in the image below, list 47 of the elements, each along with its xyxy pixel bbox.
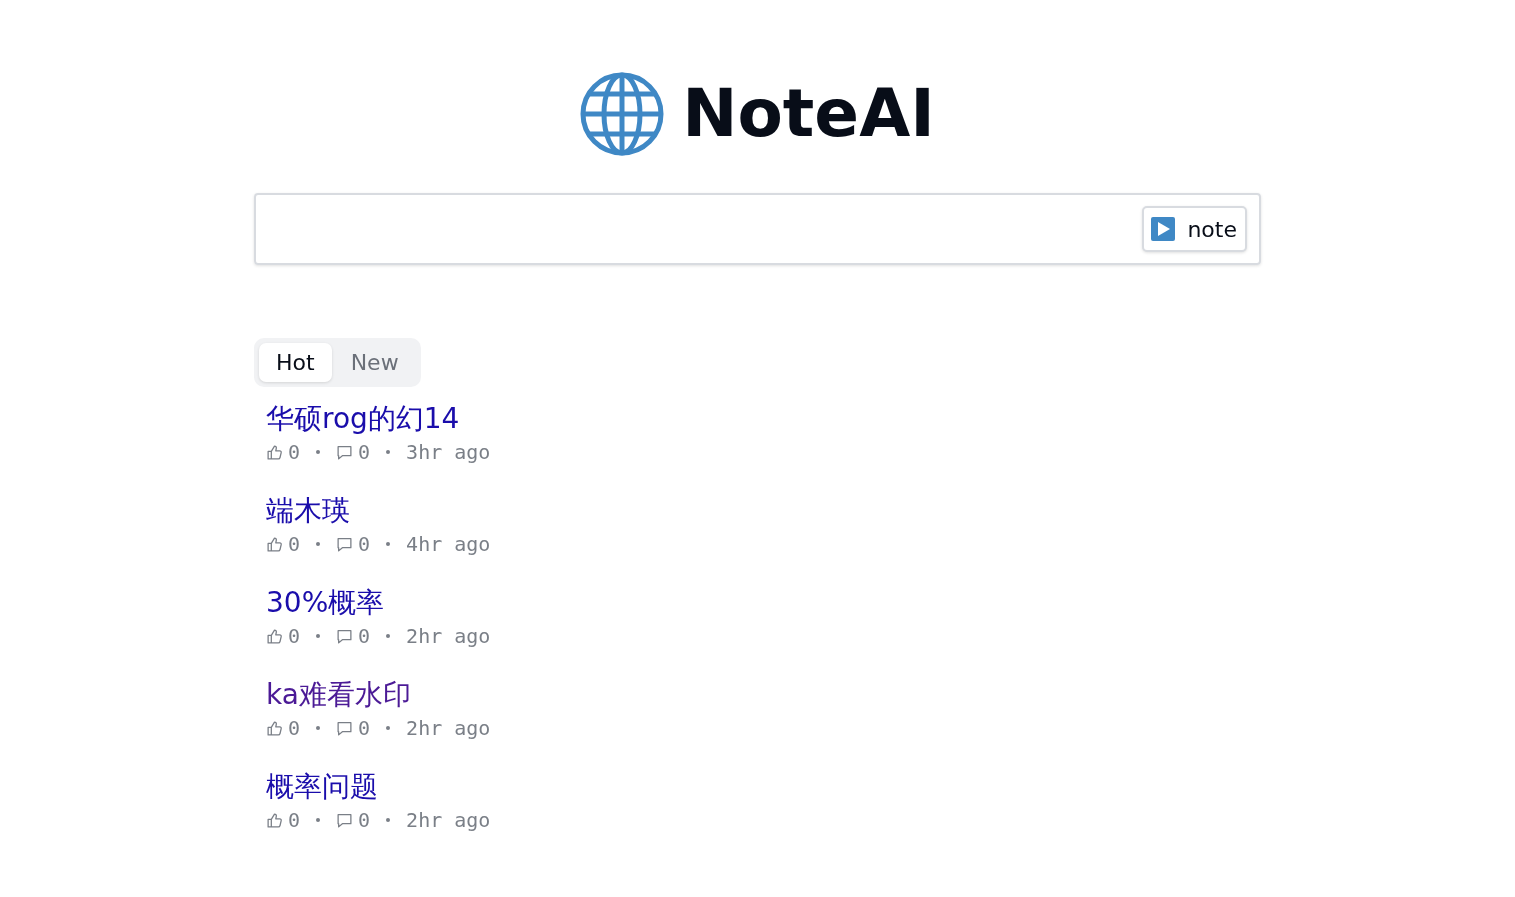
comment-icon	[336, 535, 354, 553]
post-title-link[interactable]: 华硕rog的幻14	[266, 401, 460, 437]
thumbs-up-icon	[266, 535, 283, 553]
comment-count: 0	[358, 807, 371, 834]
post-title-link[interactable]: 30%概率	[266, 585, 385, 621]
like-count: 0	[288, 715, 301, 742]
thumbs-up-icon	[266, 811, 283, 829]
tab[interactable]: New	[333, 343, 416, 382]
like-count: 0	[288, 623, 301, 650]
like-count: 0	[288, 807, 301, 834]
comment-icon	[336, 627, 354, 645]
comment-icon	[336, 719, 354, 737]
post-title-link[interactable]: ka难看水印	[266, 677, 411, 713]
separator-dot	[316, 634, 321, 638]
post-title-link[interactable]: 端木瑛	[266, 493, 350, 529]
thumbs-up-icon	[266, 627, 283, 645]
separator-dot	[316, 450, 321, 454]
separator-dot	[386, 542, 391, 546]
search-field[interactable]: note	[254, 193, 1261, 265]
comment-count: 0	[358, 531, 371, 558]
globe-icon	[580, 72, 665, 156]
comment-icon	[336, 811, 354, 829]
site-title: NoteAI	[682, 81, 935, 147]
note-button[interactable]: note	[1142, 206, 1247, 252]
comment-count: 0	[358, 623, 371, 650]
thumbs-up-icon	[266, 719, 283, 737]
post-time: 2hr ago	[406, 623, 491, 650]
like-count: 0	[288, 439, 301, 466]
comment-count: 0	[358, 715, 371, 742]
comment-count: 0	[358, 439, 371, 466]
post-time: 2hr ago	[406, 807, 491, 834]
separator-dot	[386, 818, 391, 822]
separator-dot	[386, 634, 391, 638]
post-time: 4hr ago	[406, 531, 491, 558]
post-title-link[interactable]: 概率问题	[266, 769, 378, 805]
thumbs-up-icon	[266, 443, 283, 461]
separator-dot	[316, 818, 321, 822]
post-time: 3hr ago	[406, 439, 491, 466]
play-icon	[1151, 217, 1176, 241]
post-time: 2hr ago	[406, 715, 491, 742]
separator-dot	[316, 542, 321, 546]
separator-dot	[386, 726, 391, 730]
separator-dot	[316, 726, 321, 730]
tab[interactable]: Hot	[259, 343, 332, 382]
separator-dot	[386, 450, 391, 454]
like-count: 0	[288, 531, 301, 558]
comment-icon	[336, 443, 354, 461]
